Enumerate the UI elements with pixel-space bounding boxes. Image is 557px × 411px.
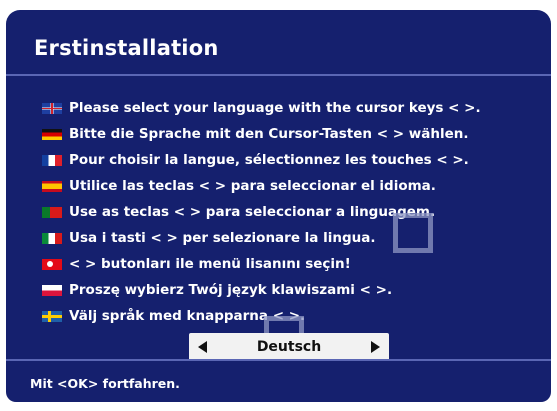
instruction-text: Utilice las teclas < > para seleccionar … [69,178,436,194]
top-divider [6,74,551,76]
instruction-text: Pour choisir la langue, sélectionnez les… [69,152,469,168]
portugal-flag-icon [42,206,62,218]
language-selector[interactable]: Deutsch [189,333,389,361]
instruction-text: < > butonları ile menü lisanını seçin! [69,256,351,272]
selected-language: Deutsch [256,339,322,355]
bottom-divider [6,359,551,361]
sweden-flag-icon [42,310,62,322]
instruction-text: Please select your language with the cur… [69,100,481,116]
spain-flag-icon [42,180,62,192]
italy-flag-icon [42,232,62,244]
arrow-left-icon[interactable] [198,341,207,353]
list-item: < > butonları ile menü lisanını seçin! [42,251,481,277]
list-item: Bitte die Sprache mit den Cursor-Tasten … [42,121,481,147]
footer-hint: Mit <OK> fortfahren. [30,376,180,391]
instruction-text: Proszę wybierz Twój język klawiszami < >… [69,282,393,298]
list-item: Utilice las teclas < > para seleccionar … [42,173,481,199]
uk-flag-icon [42,102,62,114]
germany-flag-icon [42,128,62,140]
instruction-text: Bitte die Sprache mit den Cursor-Tasten … [69,126,469,142]
language-instruction-list: Please select your language with the cur… [42,95,481,329]
list-item: Please select your language with the cur… [42,95,481,121]
setup-screen: Erstinstallation Please select your lang… [6,10,551,402]
instruction-text: Use as teclas < > para seleccionar a lin… [69,204,436,220]
list-item: Välj språk med knapparna < >. [42,303,481,329]
turkey-flag-icon [42,258,62,270]
page-title: Erstinstallation [34,36,219,60]
arrow-right-icon[interactable] [371,341,380,353]
poland-flag-icon [42,284,62,296]
instruction-text: Usa i tasti < > per selezionare la lingu… [69,230,376,246]
focus-square-artifact [393,213,433,253]
list-item: Pour choisir la langue, sélectionnez les… [42,147,481,173]
list-item: Proszę wybierz Twój język klawiszami < >… [42,277,481,303]
france-flag-icon [42,154,62,166]
